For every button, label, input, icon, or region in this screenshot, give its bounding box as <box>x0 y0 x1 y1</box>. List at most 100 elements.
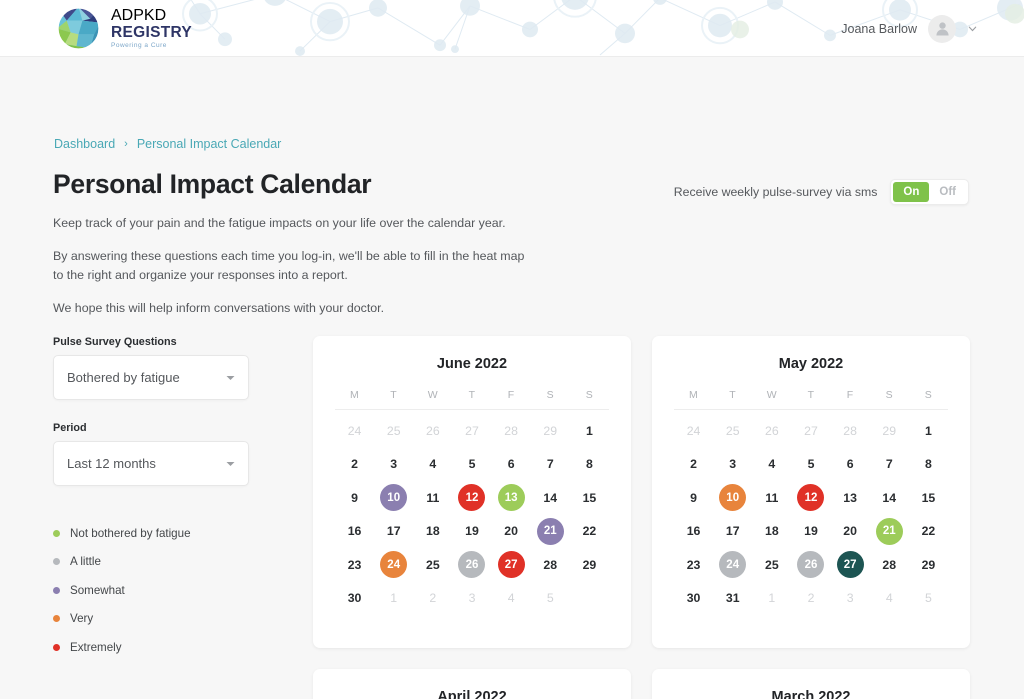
calendar-day[interactable]: 1 <box>570 414 609 448</box>
heatmap-legend: Not bothered by fatigue A little Somewhat V… <box>53 519 249 662</box>
calendar-day[interactable]: 21 <box>870 515 909 549</box>
calendar-day[interactable]: 3 <box>374 448 413 482</box>
calendar-day[interactable]: 7 <box>531 448 570 482</box>
avatar[interactable] <box>928 14 956 43</box>
calendar-day[interactable]: 29 <box>909 548 948 582</box>
calendar-day[interactable]: 6 <box>831 448 870 482</box>
calendar-day[interactable]: 8 <box>570 448 609 482</box>
calendar-day[interactable]: 16 <box>674 515 713 549</box>
calendar-day-marker[interactable]: 21 <box>875 517 903 545</box>
user-menu[interactable]: Joana Barlow <box>841 0 978 56</box>
calendar-day-marker[interactable]: 12 <box>797 484 825 512</box>
calendar-day[interactable]: 22 <box>570 515 609 549</box>
calendar-day[interactable]: 4 <box>413 448 452 482</box>
calendar-day-marker[interactable]: 21 <box>536 517 564 545</box>
weekday-label: S <box>885 389 893 401</box>
calendar-day[interactable]: 15 <box>909 481 948 515</box>
calendar-day[interactable]: 17 <box>713 515 752 549</box>
calendar-day[interactable]: 2 <box>674 448 713 482</box>
calendar-day[interactable]: 30 <box>674 582 713 616</box>
calendar-day[interactable]: 31 <box>713 582 752 616</box>
calendar-day-outside: 5 <box>924 591 932 606</box>
calendar-day-marker[interactable]: 24 <box>719 551 747 579</box>
calendar-day-marker[interactable]: 10 <box>719 484 747 512</box>
intro-paragraph-3: We hope this will help inform conversati… <box>53 301 385 315</box>
calendar-day[interactable]: 12 <box>452 481 491 515</box>
calendar-day[interactable]: 24 <box>713 548 752 582</box>
calendar-day-marker[interactable]: 27 <box>497 551 525 579</box>
calendar-day[interactable]: 14 <box>870 481 909 515</box>
calendar-day[interactable]: 4 <box>752 448 791 482</box>
calendar-day[interactable]: 6 <box>492 448 531 482</box>
legend-label: Extremely <box>70 640 122 654</box>
calendar-day[interactable]: 30 <box>335 582 374 616</box>
legend-item: Not bothered by fatigue <box>53 519 249 548</box>
calendar-day[interactable]: 10 <box>713 481 752 515</box>
calendar-day[interactable]: 20 <box>492 515 531 549</box>
legend-color-dot <box>53 586 60 594</box>
calendar-day[interactable]: 11 <box>752 481 791 515</box>
calendar-day[interactable]: 18 <box>752 515 791 549</box>
calendar-day[interactable]: 26 <box>791 548 830 582</box>
calendar-day[interactable]: 26 <box>452 548 491 582</box>
sms-toggle[interactable]: On Off <box>890 179 969 205</box>
breadcrumb-item-dashboard[interactable]: Dashboard <box>54 137 115 151</box>
weekday-label: T <box>468 389 476 401</box>
legend-item: Extremely <box>53 633 249 662</box>
calendar-day[interactable]: 16 <box>335 515 374 549</box>
sms-toggle-on[interactable]: On <box>893 182 930 202</box>
calendar-day[interactable]: 29 <box>570 548 609 582</box>
calendar-day[interactable]: 9 <box>335 481 374 515</box>
calendar-day[interactable]: 19 <box>452 515 491 549</box>
calendar-day[interactable]: 19 <box>791 515 830 549</box>
calendar-day[interactable]: 23 <box>674 548 713 582</box>
calendar-day-marker[interactable]: 26 <box>458 551 486 579</box>
calendar-card: June 2022 M T W T F S S 24 25 26 27 28 29 1 2 3 4 5 6 7 8 9 10 1… <box>313 336 631 648</box>
calendar-day[interactable]: 9 <box>674 481 713 515</box>
calendar-day-marker[interactable]: 27 <box>836 551 864 579</box>
calendar-day[interactable]: 1 <box>909 414 948 448</box>
calendar-day[interactable]: 23 <box>335 548 374 582</box>
calendar-day[interactable]: 17 <box>374 515 413 549</box>
calendar-day[interactable]: 21 <box>531 515 570 549</box>
calendar-day[interactable]: 8 <box>909 448 948 482</box>
calendar-day[interactable]: 13 <box>492 481 531 515</box>
sms-toggle-off[interactable]: Off <box>929 182 966 202</box>
calendar-day[interactable]: 5 <box>452 448 491 482</box>
calendar-day[interactable]: 14 <box>531 481 570 515</box>
calendar-day[interactable]: 22 <box>909 515 948 549</box>
brand-tagline: Powering a Cure <box>111 42 167 49</box>
calendar-day[interactable]: 27 <box>831 548 870 582</box>
calendar-day[interactable]: 18 <box>413 515 452 549</box>
brand-logo[interactable]: ADPKD REGISTRY Powering a Cure <box>57 7 192 50</box>
period-select[interactable]: Last 12 months <box>53 441 249 486</box>
calendar-day[interactable]: 7 <box>870 448 909 482</box>
calendar-day-marker[interactable]: 24 <box>380 551 408 579</box>
chevron-down-icon[interactable] <box>967 23 978 34</box>
calendar-day[interactable]: 10 <box>374 481 413 515</box>
calendar-day[interactable]: 15 <box>570 481 609 515</box>
calendar-day[interactable]: 13 <box>831 481 870 515</box>
calendar-day-marker[interactable]: 13 <box>497 484 525 512</box>
calendar-day[interactable]: 28 <box>870 548 909 582</box>
breadcrumb-item-personal-impact-calendar[interactable]: Personal Impact Calendar <box>137 137 282 151</box>
pulse-survey-questions-select[interactable]: Bothered by fatigue <box>53 355 249 400</box>
calendar-day[interactable]: 25 <box>413 548 452 582</box>
calendar-day[interactable]: 20 <box>831 515 870 549</box>
calendar-day-marker[interactable]: 10 <box>380 484 408 512</box>
calendar-day-marker[interactable]: 26 <box>797 551 825 579</box>
calendar-day[interactable]: 12 <box>791 481 830 515</box>
weekday-label: S <box>546 389 554 401</box>
calendar-day-outside: 3 <box>846 591 854 606</box>
calendar-day-outside: 1 <box>390 591 398 606</box>
calendar-day[interactable]: 24 <box>374 548 413 582</box>
calendar-day-marker[interactable]: 12 <box>458 484 486 512</box>
calendar-day[interactable]: 28 <box>531 548 570 582</box>
calendar-day[interactable]: 5 <box>791 448 830 482</box>
calendar-day[interactable]: 11 <box>413 481 452 515</box>
calendar-day[interactable]: 3 <box>713 448 752 482</box>
calendar-day[interactable]: 2 <box>335 448 374 482</box>
breadcrumb-separator-icon: › <box>124 138 128 150</box>
calendar-day[interactable]: 25 <box>752 548 791 582</box>
calendar-day[interactable]: 27 <box>492 548 531 582</box>
